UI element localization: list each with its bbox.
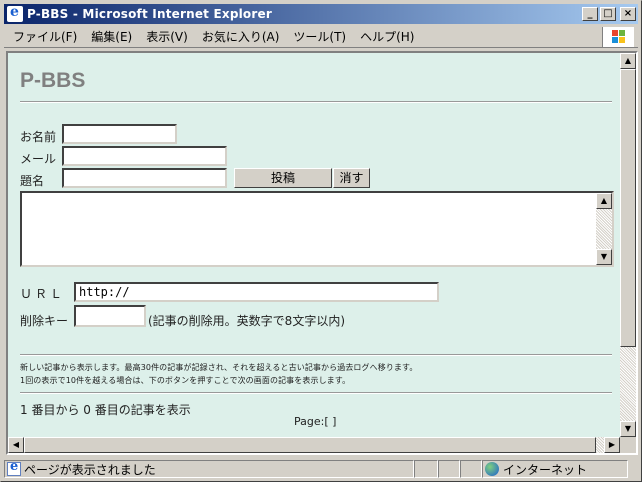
menu-tools[interactable]: ツール(T) xyxy=(286,28,353,45)
horizontal-scrollbar[interactable]: ◀ ▶ xyxy=(8,437,620,453)
scroll-right-icon[interactable]: ▶ xyxy=(604,437,620,453)
clear-button[interactable]: 消す xyxy=(333,168,370,188)
notice-line-1: 新しい記事から表示します。最高30件の記事が記録され、それを超えると古い記事から… xyxy=(20,363,418,372)
delete-key-hint: (記事の削除用。英数字で8文字以内) xyxy=(148,314,345,328)
status-pane-1 xyxy=(414,460,438,478)
title-divider xyxy=(20,101,612,103)
scroll-down-icon[interactable]: ▼ xyxy=(620,421,636,437)
vertical-scrollbar[interactable]: ▲ ▼ xyxy=(620,53,636,437)
textarea-scroll-up-icon[interactable]: ▲ xyxy=(596,193,612,209)
menu-edit[interactable]: 編集(E) xyxy=(84,28,139,45)
post-button[interactable]: 投稿 xyxy=(234,168,332,188)
minimize-button[interactable]: _ xyxy=(582,7,598,21)
subject-label: 題名 xyxy=(20,174,45,188)
page-done-icon xyxy=(7,459,21,476)
name-input[interactable] xyxy=(62,124,177,144)
subject-input[interactable] xyxy=(62,168,227,188)
security-zone-pane: インターネット xyxy=(482,460,628,478)
vertical-scroll-thumb[interactable] xyxy=(620,69,636,347)
ie-icon xyxy=(7,4,23,22)
status-bar: ページが表示されました インターネット xyxy=(4,459,640,479)
textarea-scroll-down-icon[interactable]: ▼ xyxy=(596,249,612,265)
scroll-left-icon[interactable]: ◀ xyxy=(8,437,24,453)
page-content: P-BBS お名前 メール 題名 投稿 消す ▲ ▼ ＵＲＬ http:// 削… xyxy=(8,53,620,437)
windows-logo-icon xyxy=(602,27,634,47)
close-button[interactable]: × xyxy=(620,7,636,21)
url-input[interactable]: http:// xyxy=(74,282,439,302)
menu-bar: ファイル(F) 編集(E) 表示(V) お気に入り(A) ツール(T) ヘルプ(… xyxy=(4,26,638,48)
scroll-corner xyxy=(620,437,636,453)
name-label: お名前 xyxy=(20,130,57,144)
message-textarea[interactable]: ▲ ▼ xyxy=(20,191,614,267)
horizontal-scroll-thumb[interactable] xyxy=(24,437,596,453)
menu-help[interactable]: ヘルプ(H) xyxy=(353,28,421,45)
textarea-scrollbar[interactable]: ▲ ▼ xyxy=(596,193,612,265)
page-viewport: P-BBS お名前 メール 題名 投稿 消す ▲ ▼ ＵＲＬ http:// 削… xyxy=(6,51,638,455)
browser-window: P-BBS - Microsoft Internet Explorer _ □ … xyxy=(0,0,642,482)
title-bar[interactable]: P-BBS - Microsoft Internet Explorer _ □ … xyxy=(4,4,638,24)
url-label: ＵＲＬ xyxy=(20,287,66,301)
status-pane-3 xyxy=(460,460,482,478)
security-zone: インターネット xyxy=(503,462,588,477)
menu-file[interactable]: ファイル(F) xyxy=(4,28,84,45)
internet-zone-icon xyxy=(485,462,499,476)
delete-key-input[interactable] xyxy=(74,305,146,327)
mail-input[interactable] xyxy=(62,146,227,166)
maximize-button[interactable]: □ xyxy=(600,7,616,21)
scroll-up-icon[interactable]: ▲ xyxy=(620,53,636,69)
notice-divider-bottom xyxy=(20,392,612,394)
delete-key-label: 削除キー xyxy=(20,314,69,328)
notice-line-2: 1回の表示で10件を越える場合は、下のボタンを押すことで次の画面の記事を表示しま… xyxy=(20,376,351,385)
window-title: P-BBS - Microsoft Internet Explorer xyxy=(27,7,272,21)
menu-favorites[interactable]: お気に入り(A) xyxy=(195,28,287,45)
status-message: ページが表示されました xyxy=(24,462,156,477)
page-title: P-BBS xyxy=(20,69,86,92)
status-pane-2 xyxy=(438,460,460,478)
mail-label: メール xyxy=(20,152,57,166)
menu-view[interactable]: 表示(V) xyxy=(139,28,195,45)
status-message-pane: ページが表示されました xyxy=(4,459,414,478)
range-text: 1 番目から 0 番目の記事を表示 xyxy=(20,403,191,417)
notice-divider-top xyxy=(20,354,612,356)
pager[interactable]: Page:[ ] xyxy=(294,415,336,428)
